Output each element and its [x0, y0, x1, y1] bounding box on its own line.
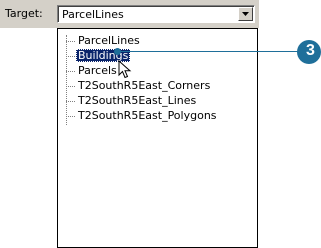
dropdown-item-label: T2SouthR5East_Lines	[78, 94, 197, 107]
tree-branch	[66, 40, 75, 42]
tree-branch	[66, 115, 75, 117]
dropdown-item-parcels[interactable]: Parcels	[66, 64, 119, 78]
chevron-down-icon	[242, 12, 249, 16]
step-callout-badge: 3	[297, 40, 321, 64]
target-combobox-value: ParcelLines	[62, 8, 124, 21]
dropdown-item-lines[interactable]: T2SouthR5East_Lines	[66, 94, 198, 108]
target-dropdown-list[interactable]: ParcelLines Buildings Parcels T2SouthR5E…	[57, 28, 258, 248]
dropdown-item-label: T2SouthR5East_Polygons	[78, 109, 217, 122]
tree-branch	[66, 55, 75, 57]
tree-branch	[66, 100, 75, 102]
mouse-pointer-icon	[118, 60, 132, 79]
target-combobox[interactable]: ParcelLines	[57, 5, 255, 23]
target-label: Target:	[5, 7, 43, 20]
target-toolbar: Target: ParcelLines	[0, 0, 259, 28]
callout-leader-line	[118, 51, 300, 52]
tree-branch	[66, 85, 75, 87]
dropdown-item-label: ParcelLines	[78, 34, 140, 47]
dropdown-item-corners[interactable]: T2SouthR5East_Corners	[66, 79, 212, 93]
step-number: 3	[306, 42, 315, 59]
dropdown-item-label: T2SouthR5East_Corners	[78, 79, 211, 92]
dropdown-item-parcellines[interactable]: ParcelLines	[66, 34, 142, 48]
tree-branch	[66, 70, 75, 72]
dropdown-item-polygons[interactable]: T2SouthR5East_Polygons	[66, 109, 219, 123]
combobox-dropdown-button[interactable]	[238, 7, 253, 21]
dropdown-item-label: Parcels	[78, 64, 117, 77]
